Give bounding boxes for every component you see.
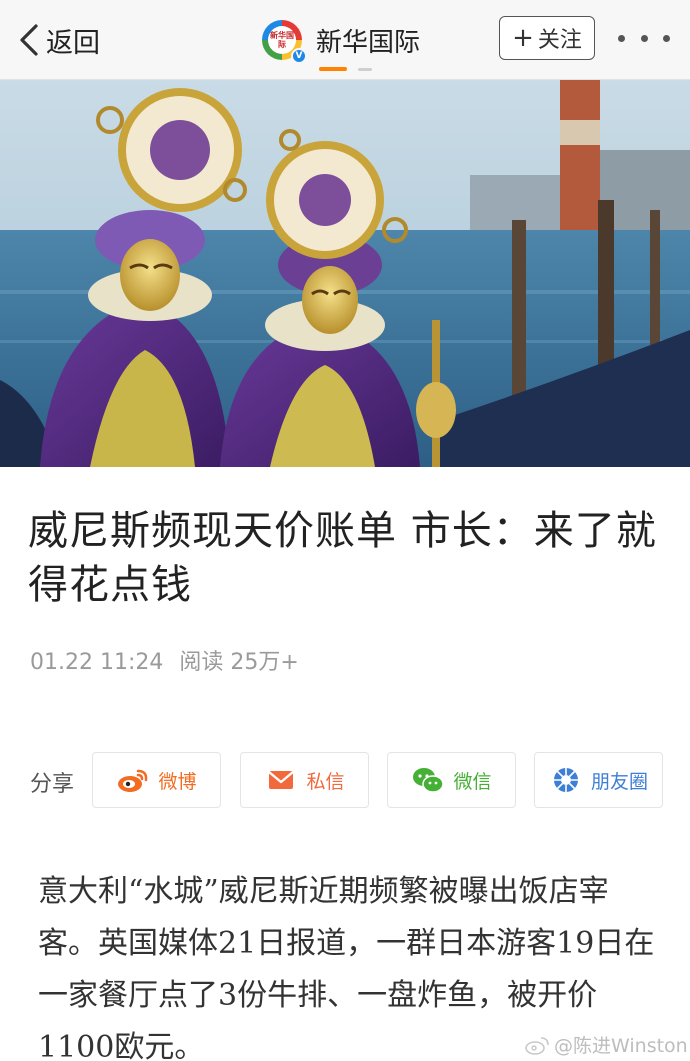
follow-button[interactable]: + 关注 [499,16,595,60]
share-weibo-button[interactable]: 微博 [92,752,221,808]
share-weibo-label: 微博 [158,770,197,793]
more-dot-icon [640,34,648,42]
watermark: @陈进Winston [524,1031,688,1058]
share-moments-label: 朋友圈 [590,770,648,793]
article-title: 威尼斯频现天价账单 市长：来了就得花点钱 [28,508,657,608]
share-moments-button[interactable]: 朋友圈 [534,752,663,808]
mail-icon [268,771,295,789]
more-dot-icon [618,34,625,42]
verified-badge-icon: V [291,48,307,64]
account-header[interactable]: 新华国际 V 新华国际 [262,16,420,64]
publish-time: 01.22 11:24 [30,650,164,675]
tab-indicator-active [319,67,347,71]
tab-indicator [358,68,372,71]
moments-icon [553,768,578,792]
follow-label: 关注 [537,28,582,53]
chevron-left-icon [20,24,38,56]
weibo-icon [118,769,148,792]
share-label: 分享 [30,772,75,797]
more-options-button[interactable] [618,26,670,50]
share-wechat-label: 微信 [453,770,492,793]
more-dot-icon [663,34,670,42]
account-logo-text: 新华国际 [268,26,296,54]
share-message-button[interactable]: 私信 [240,752,369,808]
article-page: 返回 新华国际 V 新华国际 + 关注 威尼斯频现天价账单 市长：来了就得花点钱… [0,0,690,1061]
back-button[interactable]: 返回 [18,18,100,62]
watermark-text: @陈进Winston [554,1035,688,1057]
article-meta: 01.22 11:24 阅读 25万+ [30,644,315,676]
venice-carnival-photo-icon [0,80,690,467]
account-name[interactable]: 新华国际 [316,22,420,59]
share-message-label: 私信 [306,770,345,793]
back-label: 返回 [46,27,100,59]
top-bar: 返回 新华国际 V 新华国际 + 关注 [0,0,690,80]
hero-image[interactable] [0,80,690,467]
wechat-icon [413,768,445,793]
weibo-watermark-icon [525,1036,549,1055]
plus-icon: + [512,23,534,53]
read-count: 阅读 25万+ [179,650,299,675]
share-wechat-button[interactable]: 微信 [387,752,516,808]
account-avatar[interactable]: 新华国际 V [262,20,307,64]
